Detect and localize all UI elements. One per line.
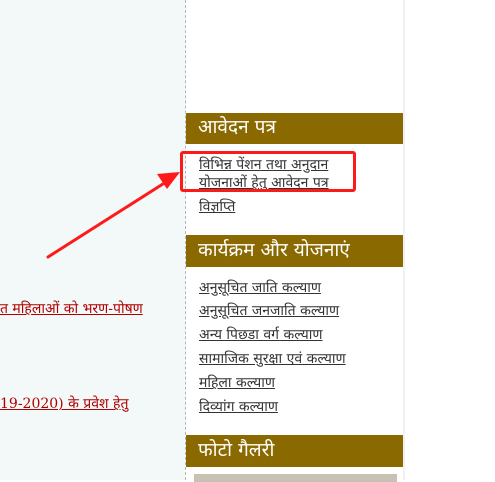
annotation-arrow-icon [46,172,180,259]
